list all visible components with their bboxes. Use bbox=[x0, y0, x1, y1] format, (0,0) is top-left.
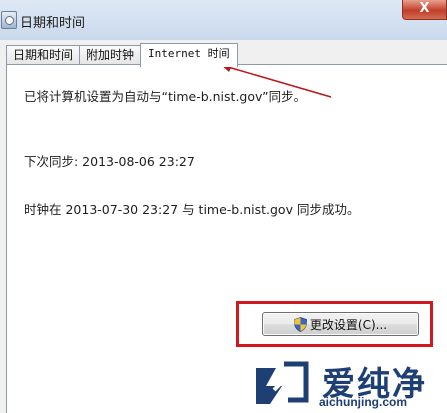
change-settings-label: 更改设置(C)... bbox=[309, 317, 388, 332]
tab-internet-time[interactable]: Internet 时间 bbox=[140, 43, 238, 67]
close-button[interactable]: X bbox=[402, 0, 447, 20]
tab-strip: 日期和时间 附加时钟 Internet 时间 bbox=[6, 43, 238, 67]
tab-date-time[interactable]: 日期和时间 bbox=[6, 45, 81, 65]
close-icon: X bbox=[419, 1, 430, 16]
title-bar: 日期和时间 X bbox=[0, 0, 447, 41]
watermark-logo bbox=[256, 361, 309, 404]
uac-shield-icon bbox=[293, 316, 307, 332]
sync-status-text: 已将计算机设置为自动与“time-b.nist.gov”同步。 bbox=[24, 89, 307, 104]
change-settings-button[interactable]: 更改设置(C)... bbox=[262, 312, 419, 336]
next-sync-text: 下次同步: 2013-08-06 23:27 bbox=[24, 154, 195, 169]
tab-additional-clocks[interactable]: 附加时钟 bbox=[79, 45, 142, 65]
window-title: 日期和时间 bbox=[20, 16, 86, 31]
watermark-url: aichunjing.com bbox=[319, 395, 408, 409]
date-time-app-icon bbox=[1, 11, 17, 29]
last-sync-text: 时钟在 2013-07-30 23:27 与 time-b.nist.gov 同… bbox=[24, 202, 360, 217]
